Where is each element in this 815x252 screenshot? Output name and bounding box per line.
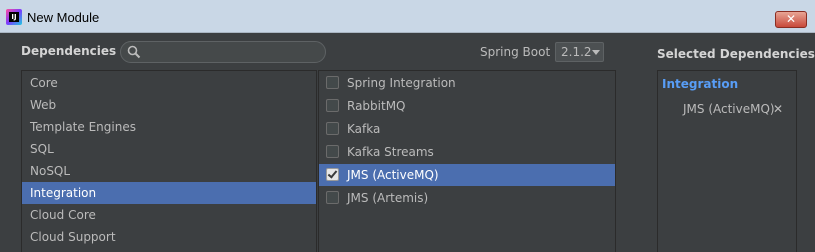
- spring-boot-label: Spring Boot: [480, 45, 551, 59]
- dependency-label: RabbitMQ: [347, 99, 406, 113]
- dependency-label: JMS (ActiveMQ): [347, 168, 439, 182]
- selected-group-label: Integration: [662, 77, 739, 91]
- checkmark-icon: [327, 168, 338, 179]
- close-icon: ✕: [785, 12, 797, 26]
- dependency-list: Spring Integration RabbitMQ Kafka Kafka Str…: [318, 70, 616, 252]
- selected-dependencies-heading: Selected Dependencies: [657, 47, 815, 61]
- dependency-label: Spring Integration: [347, 76, 456, 90]
- dependency-checkbox[interactable]: [326, 191, 339, 204]
- dependency-item[interactable]: JMS (Artemis): [319, 187, 615, 209]
- dependency-checkbox[interactable]: [326, 76, 339, 89]
- dependency-item[interactable]: Spring Integration: [319, 72, 615, 94]
- spring-boot-version-select[interactable]: 2.1.2: [555, 42, 604, 62]
- dependencies-heading: Dependencies: [21, 44, 117, 58]
- window-title: New Module: [27, 10, 100, 25]
- new-module-dialog: IJ New Module ✕ Dependencies Spring Boot…: [0, 0, 815, 252]
- dependency-item[interactable]: Kafka: [319, 118, 615, 140]
- dependency-item[interactable]: JMS (ActiveMQ): [319, 164, 615, 186]
- title-bar: IJ New Module ✕: [0, 0, 815, 33]
- dependency-item[interactable]: RabbitMQ: [319, 95, 615, 117]
- category-list: Core Web Template Engines SQL NoSQL Integrati…: [21, 70, 317, 252]
- category-item-nosql[interactable]: NoSQL: [22, 160, 316, 182]
- dependency-label: JMS (Artemis): [347, 191, 429, 205]
- dependency-item[interactable]: Kafka Streams: [319, 141, 615, 163]
- selected-dependency-item: JMS (ActiveMQ): [683, 102, 775, 116]
- dependency-label: Kafka: [347, 122, 381, 136]
- category-item-integration[interactable]: Integration: [22, 182, 316, 204]
- category-item-core[interactable]: Core: [22, 72, 316, 94]
- category-item-sql[interactable]: SQL: [22, 138, 316, 160]
- category-item-cloud-core[interactable]: Cloud Core: [22, 204, 316, 226]
- spring-boot-version-value: 2.1.2: [561, 45, 592, 59]
- remove-dependency-icon[interactable]: ✕: [773, 102, 783, 116]
- selected-dependencies-panel: Integration JMS (ActiveMQ) ✕: [657, 70, 797, 252]
- intellij-app-icon: IJ: [6, 9, 22, 25]
- category-item-template-engines[interactable]: Template Engines: [22, 116, 316, 138]
- close-button[interactable]: ✕: [775, 11, 807, 28]
- category-item-web[interactable]: Web: [22, 94, 316, 116]
- dependency-label: Kafka Streams: [347, 145, 434, 159]
- dependency-checkbox[interactable]: [326, 99, 339, 112]
- search-field[interactable]: [120, 41, 326, 63]
- dependency-checkbox[interactable]: [326, 122, 339, 135]
- dependency-checkbox[interactable]: [326, 145, 339, 158]
- search-icon: [127, 45, 141, 59]
- search-input[interactable]: [145, 44, 321, 60]
- dependency-checkbox[interactable]: [326, 168, 339, 181]
- chevron-down-icon: [592, 50, 600, 55]
- category-item-cloud-support[interactable]: Cloud Support: [22, 226, 316, 248]
